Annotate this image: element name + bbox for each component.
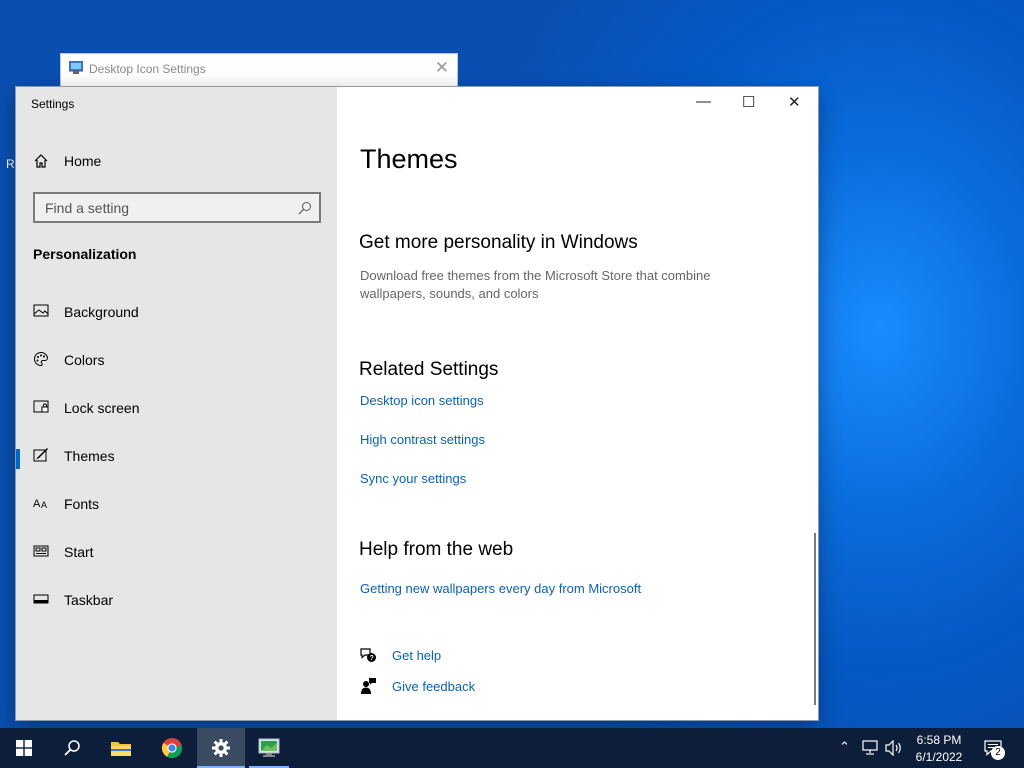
search-icon <box>298 202 311 215</box>
section-title-personalization: Personalization <box>33 246 137 262</box>
settings-sidebar: Settings Home Find a setting Personaliza… <box>16 87 337 720</box>
home-icon <box>34 154 48 168</box>
minimize-button[interactable]: — <box>696 93 711 110</box>
desktop-edge-text: R <box>6 157 15 171</box>
sidebar-item-background[interactable]: Background <box>16 293 337 333</box>
taskbar-chrome[interactable] <box>148 728 196 768</box>
sidebar-item-fonts[interactable]: A A Fonts <box>16 485 337 525</box>
clock-date: 6/1/2022 <box>915 750 963 764</box>
get-help-label: Get help <box>392 648 442 663</box>
search-input[interactable]: Find a setting <box>33 192 321 223</box>
page-title: Themes <box>360 144 458 174</box>
network-icon[interactable] <box>862 740 880 756</box>
sidebar-item-themes[interactable]: Themes <box>16 437 337 477</box>
get-help-link[interactable]: ? Get help <box>359 644 559 668</box>
window-controls: — ☐ ✕ <box>668 87 818 119</box>
taskbar-settings[interactable] <box>197 728 245 768</box>
search-icon <box>64 740 80 756</box>
sidebar-item-label: Themes <box>64 448 115 464</box>
sidebar-item-label: Colors <box>64 352 105 368</box>
settings-app-title: Settings <box>31 97 75 111</box>
clock-time: 6:58 PM <box>916 733 962 747</box>
settings-window: Settings Home Find a setting Personaliza… <box>16 87 818 720</box>
sidebar-item-label: Taskbar <box>64 592 114 608</box>
chrome-icon <box>161 738 183 759</box>
volume-icon[interactable] <box>885 740 903 756</box>
main-scrollbar[interactable] <box>814 533 816 705</box>
taskbar-search-button[interactable] <box>48 728 96 768</box>
taskbar-file-explorer[interactable] <box>97 728 145 768</box>
help-from-web-heading: Help from the web <box>359 539 514 560</box>
themes-icon <box>33 447 49 462</box>
give-feedback-link[interactable]: Give feedback <box>359 675 559 699</box>
notification-count-badge: 2 <box>991 746 1005 760</box>
wallpapers-link[interactable]: Getting new wallpapers every day from Mi… <box>360 581 641 596</box>
svg-text:A: A <box>33 498 41 510</box>
sidebar-item-start[interactable]: Start <box>16 533 337 573</box>
sidebar-home[interactable]: Home <box>16 147 337 175</box>
sync-settings-link[interactable]: Sync your settings <box>360 471 466 486</box>
background-window-title: Desktop Icon Settings <box>89 62 206 76</box>
taskbar-clock[interactable]: 6:58 PM 6/1/2022 <box>906 732 972 766</box>
sidebar-item-label: Fonts <box>64 496 100 512</box>
show-hidden-icons-button[interactable]: ⌃ <box>839 739 850 755</box>
sidebar-item-colors[interactable]: Colors <box>16 341 337 381</box>
desktop-icon-settings-icon <box>69 61 83 74</box>
svg-text:A: A <box>41 500 47 510</box>
feedback-icon <box>361 678 376 694</box>
fonts-icon: A A <box>33 498 47 510</box>
give-feedback-label: Give feedback <box>392 679 476 694</box>
action-center-button[interactable]: 2 <box>980 728 1016 768</box>
sidebar-item-label: Background <box>64 304 139 320</box>
settings-main-pane: — ☐ ✕ Themes Get more personality in Win… <box>337 87 818 720</box>
lock-screen-icon <box>33 400 49 413</box>
sidebar-item-label: Lock screen <box>64 400 140 416</box>
get-help-icon: ? <box>360 648 376 662</box>
folder-icon <box>111 742 131 756</box>
taskbar: ⌃ 6:58 PM 6/1/2022 2 <box>0 728 1024 768</box>
windows-logo-icon <box>16 740 32 756</box>
close-button[interactable]: ✕ <box>788 93 801 111</box>
desktop-icon-settings-window[interactable]: Desktop Icon Settings ✕ <box>60 53 458 87</box>
sidebar-home-label: Home <box>64 153 102 169</box>
personality-description: Download free themes from the Microsoft … <box>360 268 711 301</box>
sidebar-item-label: Start <box>64 544 94 560</box>
background-window-close-button[interactable]: ✕ <box>435 58 449 78</box>
desktop-icon-settings-link[interactable]: Desktop icon settings <box>360 393 484 408</box>
svg-text:?: ? <box>370 655 374 662</box>
picture-icon <box>33 304 49 317</box>
start-icon <box>33 545 49 557</box>
display-settings-icon <box>258 738 280 757</box>
gear-icon <box>212 739 230 757</box>
sidebar-item-lock-screen[interactable]: Lock screen <box>16 389 337 429</box>
related-settings-heading: Related Settings <box>359 359 499 380</box>
taskbar-icon <box>33 594 49 604</box>
sidebar-item-taskbar[interactable]: Taskbar <box>16 581 337 621</box>
personality-heading: Get more personality in Windows <box>359 232 638 253</box>
taskbar-desktop-icon-settings[interactable] <box>245 728 293 768</box>
search-placeholder: Find a setting <box>45 200 130 216</box>
start-button[interactable] <box>0 728 48 768</box>
palette-icon <box>34 351 49 367</box>
high-contrast-settings-link[interactable]: High contrast settings <box>360 432 485 447</box>
maximize-button[interactable]: ☐ <box>742 93 755 111</box>
